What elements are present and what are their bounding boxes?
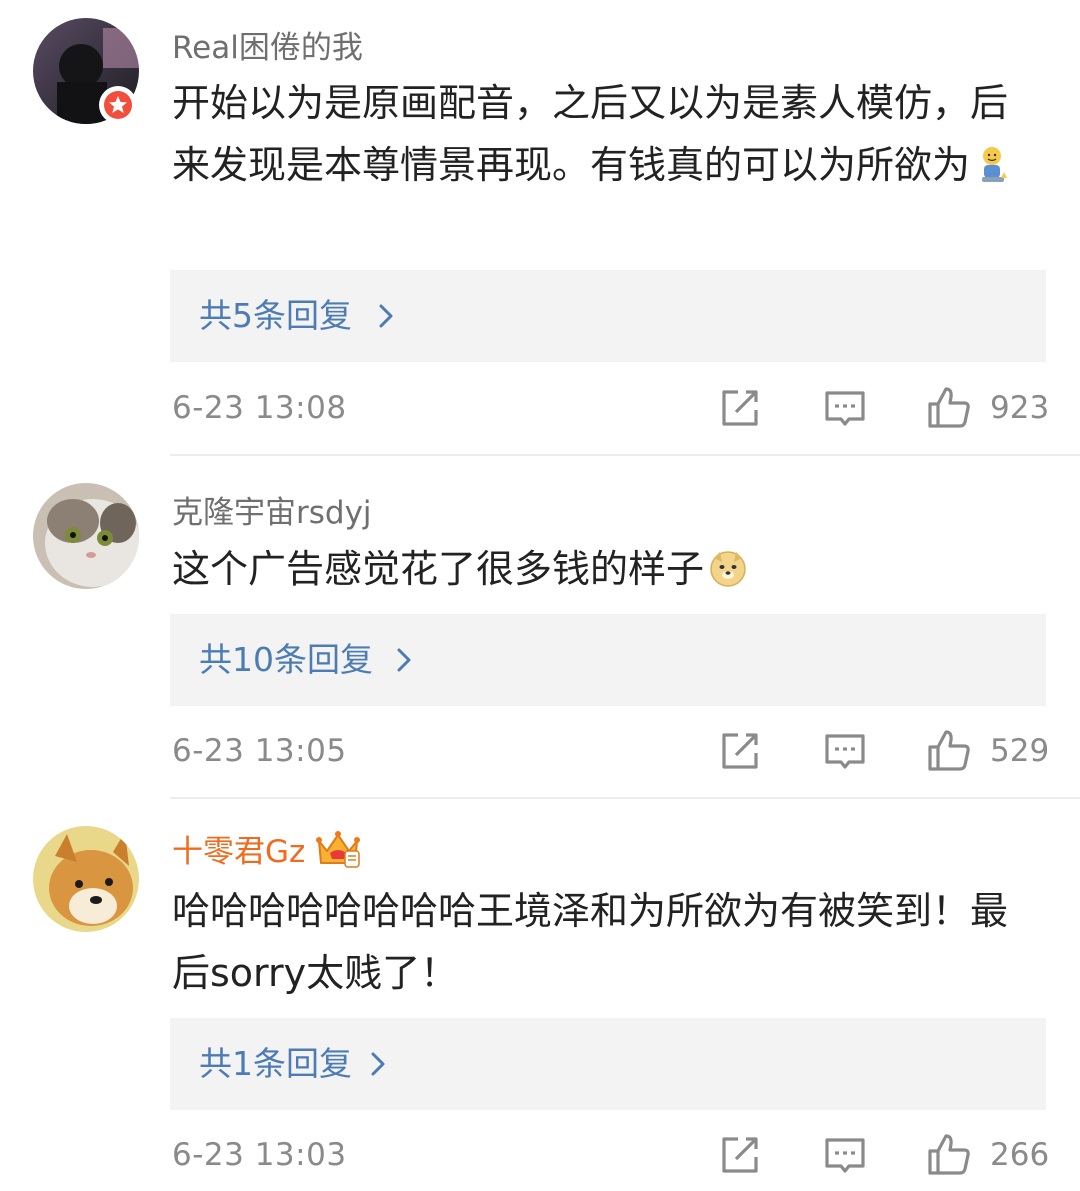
share-button[interactable] (716, 727, 764, 775)
comment-text: 哈哈哈哈哈哈哈哈王境泽和为所欲为有被笑到！最后sorry太贱了！ (172, 889, 1009, 995)
share-icon (722, 390, 758, 426)
reply-summary-button[interactable]: 共10条回复 (170, 614, 1046, 706)
timestamp: 6-23 13:03 (172, 1137, 347, 1173)
divider (170, 454, 1080, 456)
verified-badge-icon (99, 86, 137, 124)
chevron-right-icon (379, 304, 393, 328)
reply-count-label: 共5条回复 (199, 296, 352, 335)
timestamp: 6-23 13:08 (172, 390, 347, 426)
like-icon (928, 387, 970, 428)
comment-meta: 6-23 13:08 923 (0, 384, 1080, 444)
share-button[interactable] (716, 384, 764, 432)
divider (170, 797, 1080, 799)
comment-button[interactable] (821, 1131, 869, 1179)
like-button[interactable] (925, 1131, 973, 1179)
username[interactable]: 十零君Gz (172, 826, 361, 871)
doge-emoji (710, 551, 746, 587)
comment-icon (825, 391, 865, 426)
comment-button[interactable] (821, 727, 869, 775)
like-icon (928, 1134, 970, 1175)
comment-icon (825, 1138, 865, 1173)
like-count: 529 (990, 733, 1050, 769)
like-count: 923 (990, 390, 1050, 426)
like-button[interactable] (925, 727, 973, 775)
comment-icon (825, 734, 865, 769)
share-icon (722, 733, 758, 769)
chevron-right-icon (371, 1052, 385, 1076)
vip-crown-icon (316, 830, 361, 868)
avatar[interactable] (33, 483, 139, 589)
comment-button[interactable] (821, 384, 869, 432)
username[interactable]: Real困倦的我 (172, 22, 363, 67)
comment-text: 这个广告感觉花了很多钱的样子 (172, 538, 1032, 600)
comment-meta: 6-23 13:05 529 (0, 727, 1080, 787)
avatar[interactable] (33, 826, 139, 932)
like-count: 266 (990, 1137, 1050, 1173)
timestamp: 6-23 13:05 (172, 733, 347, 769)
comment-text: 开始以为是原画配音，之后又以为是素人模仿，后来发现是本尊情景再现。有钱真的可以为… (172, 72, 1032, 196)
reply-count-label: 共1条回复 (199, 1044, 352, 1083)
comment-meta: 6-23 13:03 266 (0, 1131, 1080, 1191)
sitting-shrug-emoji (982, 147, 1008, 182)
like-button[interactable] (925, 384, 973, 432)
share-button[interactable] (716, 1131, 764, 1179)
reply-summary-button[interactable]: 共1条回复 (170, 1018, 1046, 1110)
username-text: Real困倦的我 (172, 30, 363, 66)
reply-summary-button[interactable]: 共5条回复 (170, 270, 1046, 362)
username-text: 十零君Gz (172, 834, 306, 870)
username[interactable]: 克隆宇宙rsdyj (172, 487, 372, 532)
username-text: 克隆宇宙rsdyj (172, 495, 372, 531)
share-icon (722, 1137, 758, 1173)
chevron-right-icon (397, 648, 411, 672)
like-icon (928, 730, 970, 771)
reply-count-label: 共10条回复 (199, 640, 373, 679)
